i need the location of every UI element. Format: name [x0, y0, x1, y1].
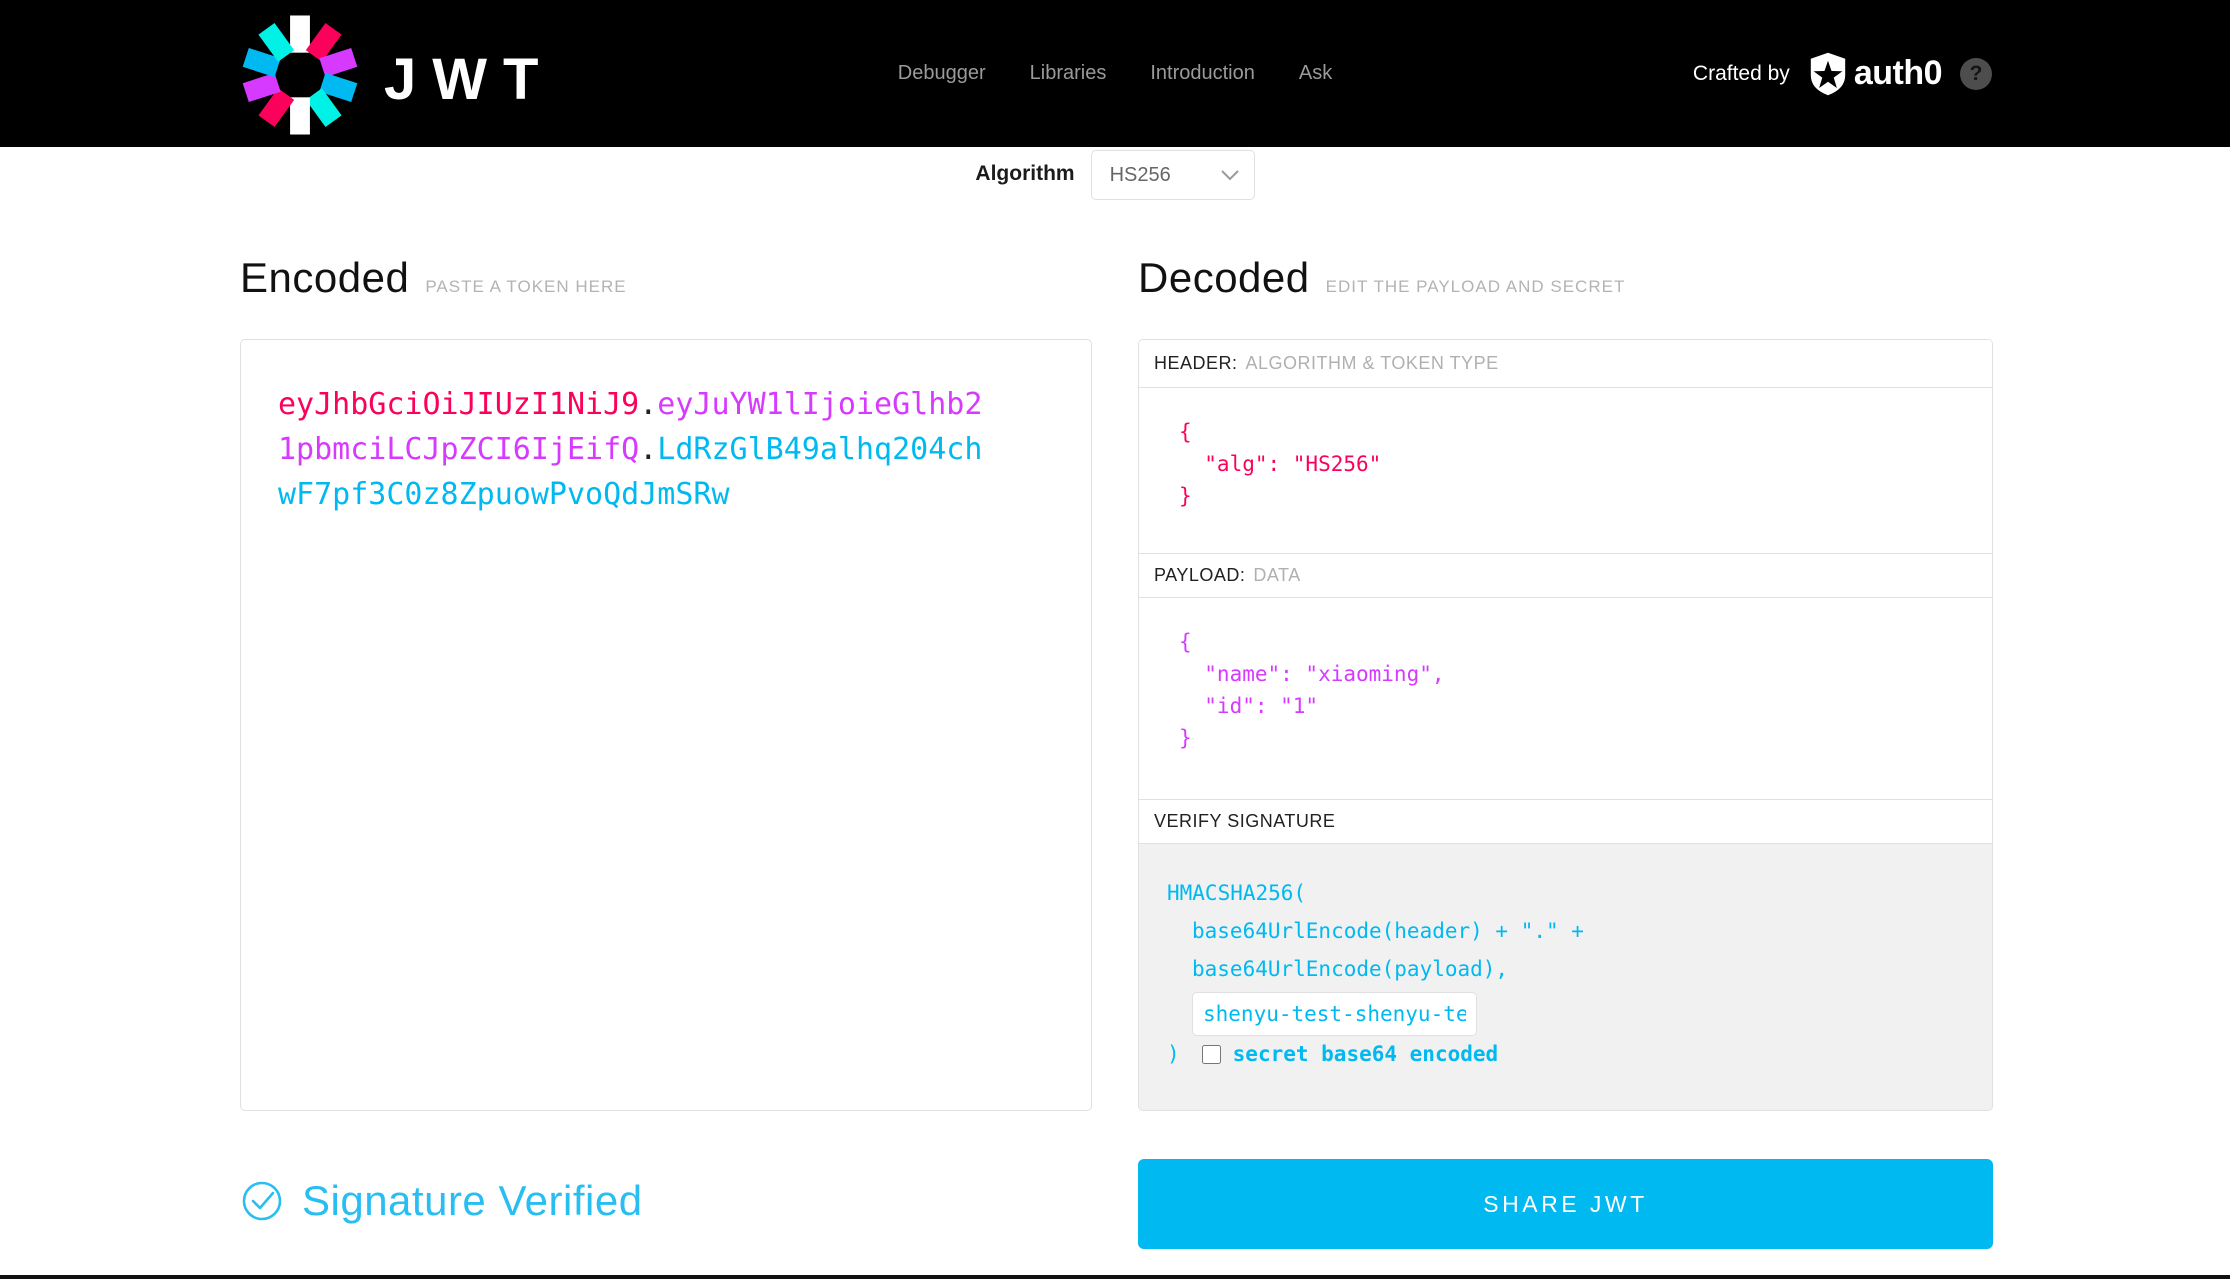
secret-base64-label[interactable]: secret base64 encoded: [1233, 1042, 1499, 1066]
verify-code-line2: base64UrlEncode(header) + "." +: [1192, 919, 1584, 943]
nav-item-libraries[interactable]: Libraries: [1030, 62, 1107, 85]
share-jwt-button[interactable]: SHARE JWT: [1138, 1159, 1993, 1249]
token-separator-dot: .: [639, 432, 658, 467]
nav-item-introduction[interactable]: Introduction: [1150, 62, 1255, 85]
verify-signature-label: VERIFY SIGNATURE: [1154, 811, 1336, 831]
algorithm-selected-value: HS256: [1109, 163, 1171, 186]
auth0-logo-icon[interactable]: [1808, 52, 1848, 96]
encoded-title-row: Encoded PASTE A TOKEN HERE: [240, 254, 1092, 309]
check-circle-icon: [242, 1181, 282, 1221]
encoded-column: Encoded PASTE A TOKEN HERE eyJhbGciOiJIU…: [240, 254, 1092, 1225]
header-section-label-row: HEADER: ALGORITHM & TOKEN TYPE: [1139, 340, 1992, 388]
decoded-title: Decoded: [1138, 254, 1310, 301]
token-separator-dot: .: [639, 387, 658, 422]
decoded-payload-json[interactable]: { "name": "xiaoming", "id": "1" }: [1139, 598, 1992, 800]
header-section-label: HEADER:: [1154, 353, 1238, 373]
jwt-logo-icon: [242, 14, 358, 135]
jwt-token-text[interactable]: eyJhbGciOiJIUzI1NiJ9.eyJuYW1lIjoieGlhb21…: [278, 382, 986, 517]
decoded-header-json[interactable]: { "alg": "HS256" }: [1139, 388, 1992, 554]
payload-section-sublabel: DATA: [1253, 565, 1301, 585]
encoded-title: Encoded: [240, 254, 410, 301]
signature-verified-label: Signature Verified: [302, 1177, 643, 1224]
main-nav: Debugger Libraries Introduction Ask: [898, 0, 1332, 147]
decoded-column: Decoded EDIT THE PAYLOAD AND SECRET HEAD…: [1138, 254, 1993, 1249]
encoded-subtitle: PASTE A TOKEN HERE: [425, 277, 627, 296]
crafted-by-group: Crafted by auth0 ?: [1693, 0, 1992, 147]
signature-status: Signature Verified: [240, 1177, 1092, 1225]
verify-closing-paren: ): [1167, 1042, 1180, 1066]
crafted-by-label: Crafted by: [1692, 61, 1790, 85]
verify-section-label-row: VERIFY SIGNATURE: [1139, 800, 1992, 844]
verify-last-row: ) secret base64 encoded: [1167, 1042, 1972, 1066]
token-header-segment[interactable]: eyJhbGciOiJIUzI1NiJ9: [278, 387, 639, 422]
verify-code-line3: base64UrlEncode(payload),: [1192, 957, 1509, 981]
algorithm-select[interactable]: HS256: [1090, 150, 1255, 200]
secret-input[interactable]: [1192, 992, 1477, 1036]
decoded-subtitle: EDIT THE PAYLOAD AND SECRET: [1325, 277, 1626, 296]
nav-item-ask[interactable]: Ask: [1299, 62, 1332, 85]
payload-section-label-row: PAYLOAD: DATA: [1139, 554, 1992, 598]
top-navigation-bar: JWT Debugger Libraries Introduction Ask …: [0, 0, 2230, 147]
auth0-wordmark[interactable]: auth0: [1854, 54, 1943, 93]
payload-section-label: PAYLOAD:: [1154, 565, 1246, 585]
chevron-down-icon: [1220, 170, 1239, 181]
help-icon[interactable]: ?: [1960, 57, 1992, 90]
algorithm-label: Algorithm: [975, 162, 1075, 185]
decoded-title-row: Decoded EDIT THE PAYLOAD AND SECRET: [1138, 254, 1993, 309]
verify-code-line1: HMACSHA256(: [1167, 881, 1307, 905]
encoded-token-editor[interactable]: eyJhbGciOiJIUzI1NiJ9.eyJuYW1lIjoieGlhb21…: [240, 339, 1092, 1111]
jwt-wordmark: JWT: [384, 47, 555, 112]
decoded-panel: HEADER: ALGORITHM & TOKEN TYPE { "alg": …: [1138, 339, 1993, 1111]
jwt-brand[interactable]: JWT: [238, 0, 554, 147]
header-section-sublabel: ALGORITHM & TOKEN TYPE: [1245, 353, 1499, 373]
nav-item-debugger[interactable]: Debugger: [898, 62, 986, 85]
footer-top-edge: [0, 1275, 2230, 1279]
verify-signature-content: HMACSHA256( base64UrlEncode(header) + ".…: [1139, 844, 1992, 1110]
algorithm-row: Algorithm HS256: [0, 147, 2230, 207]
secret-base64-checkbox[interactable]: [1201, 1044, 1221, 1064]
